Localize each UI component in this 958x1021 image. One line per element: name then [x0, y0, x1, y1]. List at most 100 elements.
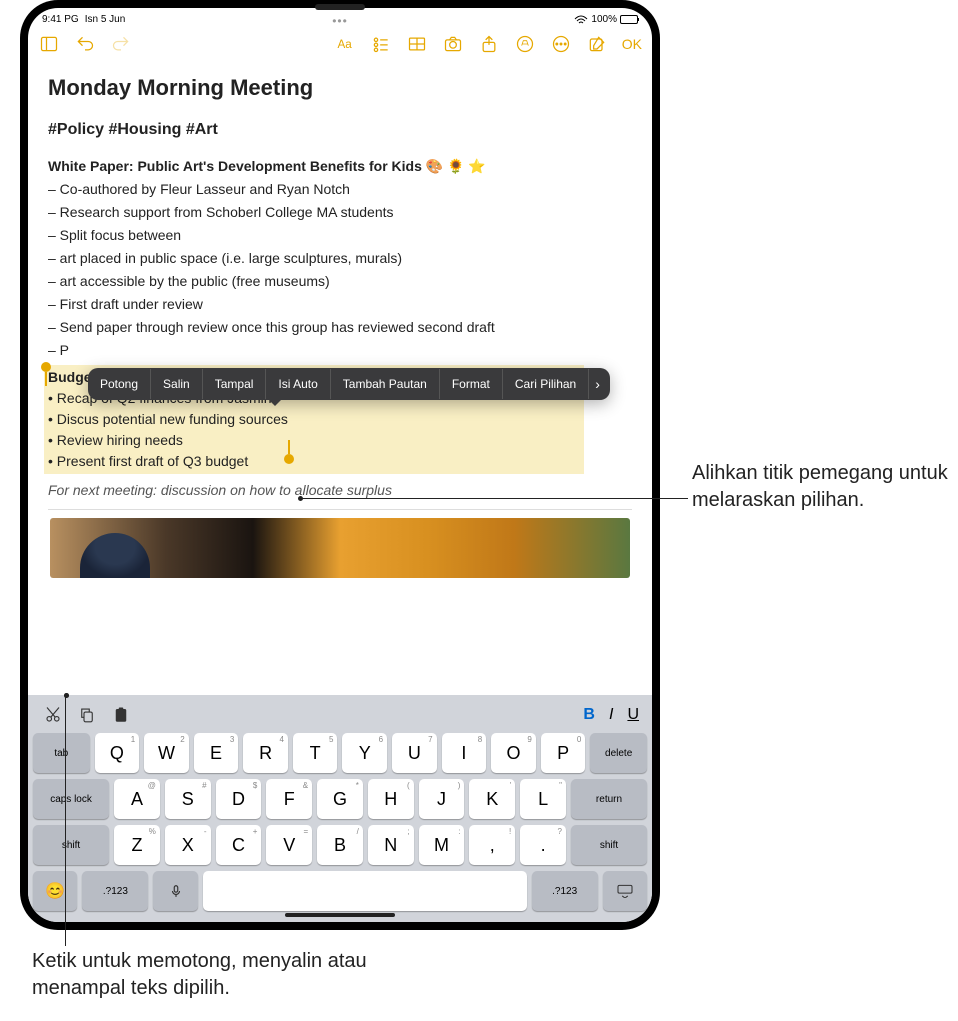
key-o[interactable]: 9O [491, 733, 536, 773]
key-g[interactable]: *G [317, 779, 363, 819]
key-x[interactable]: -X [165, 825, 211, 865]
key-shift-left[interactable]: shift [33, 825, 109, 865]
multitask-dots[interactable]: ••• [332, 14, 348, 28]
key-r[interactable]: 4R [243, 733, 288, 773]
note-title[interactable]: Monday Morning Meeting [48, 71, 632, 104]
key-u[interactable]: 7U [392, 733, 437, 773]
key-e[interactable]: 3E [194, 733, 239, 773]
table-icon[interactable] [406, 33, 428, 55]
key-h[interactable]: (H [368, 779, 414, 819]
note-line[interactable]: – First draft under review [48, 294, 632, 315]
camera-icon[interactable] [442, 33, 464, 55]
cut-icon[interactable] [41, 703, 65, 727]
paste-icon[interactable] [109, 703, 133, 727]
key-b[interactable]: /B [317, 825, 363, 865]
note-line[interactable]: – art placed in public space (i.e. large… [48, 248, 632, 269]
key-l[interactable]: "L [520, 779, 566, 819]
ipad-screen: 9:41 PG Isn 5 Jun ••• 100% Aa [28, 8, 652, 922]
undo-icon[interactable] [74, 33, 96, 55]
selection-line[interactable]: • Discus potential new funding sources [48, 409, 580, 430]
key-q[interactable]: 1Q [95, 733, 140, 773]
selection-handle-end[interactable] [284, 454, 294, 464]
home-indicator[interactable] [285, 913, 395, 917]
ctx-format[interactable]: Format [440, 369, 503, 399]
key-y[interactable]: 6Y [342, 733, 387, 773]
key-shift-right[interactable]: shift [571, 825, 647, 865]
share-icon[interactable] [478, 33, 500, 55]
key-f[interactable]: &F [266, 779, 312, 819]
key-w[interactable]: 2W [144, 733, 189, 773]
keyboard-row-2: caps lock @A #S $D &F *G (H )J 'K "L ret… [33, 779, 647, 819]
selection-handle-start[interactable] [41, 362, 51, 372]
bold-button[interactable]: B [583, 706, 595, 724]
keyboard-row-1: tab 1Q 2W 3E 4R 5T 6Y 7U 8I 9O 0P delete [33, 733, 647, 773]
ipad-device-frame: 9:41 PG Isn 5 Jun ••• 100% Aa [20, 0, 660, 930]
key-delete[interactable]: delete [590, 733, 647, 773]
done-button[interactable]: OK [622, 36, 642, 52]
key-v[interactable]: =V [266, 825, 312, 865]
compose-icon[interactable] [586, 33, 608, 55]
key-k[interactable]: 'K [469, 779, 515, 819]
selection-line[interactable]: • Present first draft of Q3 budget [48, 451, 580, 472]
text-format-icon[interactable]: Aa [334, 33, 356, 55]
markup-icon[interactable] [514, 33, 536, 55]
callout-line [300, 498, 688, 499]
note-line[interactable]: – Split focus between [48, 225, 632, 246]
ctx-cut[interactable]: Potong [88, 369, 151, 399]
battery-icon [620, 15, 638, 24]
key-j[interactable]: )J [419, 779, 465, 819]
note-line[interactable]: – P [48, 340, 632, 361]
checklist-icon[interactable] [370, 33, 392, 55]
onscreen-keyboard: B I U tab 1Q 2W 3E 4R 5T 6Y 7U 8I 9O 0P … [28, 695, 652, 922]
note-line[interactable]: – art accessible by the public (free mus… [48, 271, 632, 292]
svg-text:Aa: Aa [337, 38, 352, 51]
key-c[interactable]: +C [216, 825, 262, 865]
key-tab[interactable]: tab [33, 733, 90, 773]
keyboard-row-4: 😊 .?123 .?123 [33, 871, 647, 911]
more-icon[interactable] [550, 33, 572, 55]
key-z[interactable]: %Z [114, 825, 160, 865]
key-numbers-left[interactable]: .?123 [82, 871, 148, 911]
keyboard-toolbar: B I U [33, 700, 647, 733]
key-t[interactable]: 5T [293, 733, 338, 773]
ctx-copy[interactable]: Salin [151, 369, 203, 399]
key-s[interactable]: #S [165, 779, 211, 819]
key-dictation[interactable] [153, 871, 197, 911]
key-i[interactable]: 8I [442, 733, 487, 773]
callout-bottom: Ketik untuk memotong, menyalin atau mena… [32, 948, 412, 1002]
key-n[interactable]: ;N [368, 825, 414, 865]
note-line[interactable]: – Send paper through review once this gr… [48, 317, 632, 338]
key-period[interactable]: ?. [520, 825, 566, 865]
key-space[interactable] [203, 871, 527, 911]
status-date: Isn 5 Jun [85, 14, 126, 25]
key-comma[interactable]: !, [469, 825, 515, 865]
ctx-more-arrow[interactable]: › [589, 368, 610, 400]
key-d[interactable]: $D [216, 779, 262, 819]
key-a[interactable]: @A [114, 779, 160, 819]
copy-icon[interactable] [75, 703, 99, 727]
underline-button[interactable]: U [627, 706, 639, 724]
ctx-addlink[interactable]: Tambah Pautan [331, 369, 440, 399]
status-bar: 9:41 PG Isn 5 Jun ••• 100% [28, 8, 652, 27]
key-hide-keyboard[interactable] [603, 871, 647, 911]
italic-button[interactable]: I [609, 706, 613, 724]
note-body[interactable]: Monday Morning Meeting #Policy #Housing … [28, 61, 652, 588]
redo-icon[interactable] [110, 33, 132, 55]
key-return[interactable]: return [571, 779, 647, 819]
key-capslock[interactable]: caps lock [33, 779, 109, 819]
ctx-paste[interactable]: Tampal [203, 369, 267, 399]
key-emoji[interactable]: 😊 [33, 871, 77, 911]
text-context-menu: Potong Salin Tampal Isi Auto Tambah Paut… [88, 368, 610, 400]
note-line[interactable]: – Co-authored by Fleur Lasseur and Ryan … [48, 179, 632, 200]
key-m[interactable]: :M [419, 825, 465, 865]
note-line[interactable]: – Research support from Schoberl College… [48, 202, 632, 223]
attached-photo[interactable] [50, 518, 630, 578]
sidebar-toggle-icon[interactable] [38, 33, 60, 55]
note-tags[interactable]: #Policy #Housing #Art [48, 118, 632, 142]
section-heading[interactable]: White Paper: Public Art's Development Be… [48, 156, 632, 177]
key-p[interactable]: 0P [541, 733, 586, 773]
selection-line[interactable]: • Review hiring needs [48, 430, 580, 451]
key-numbers-right[interactable]: .?123 [532, 871, 598, 911]
ctx-findselection[interactable]: Cari Pilihan [503, 369, 589, 399]
ctx-autofill[interactable]: Isi Auto [266, 369, 330, 399]
